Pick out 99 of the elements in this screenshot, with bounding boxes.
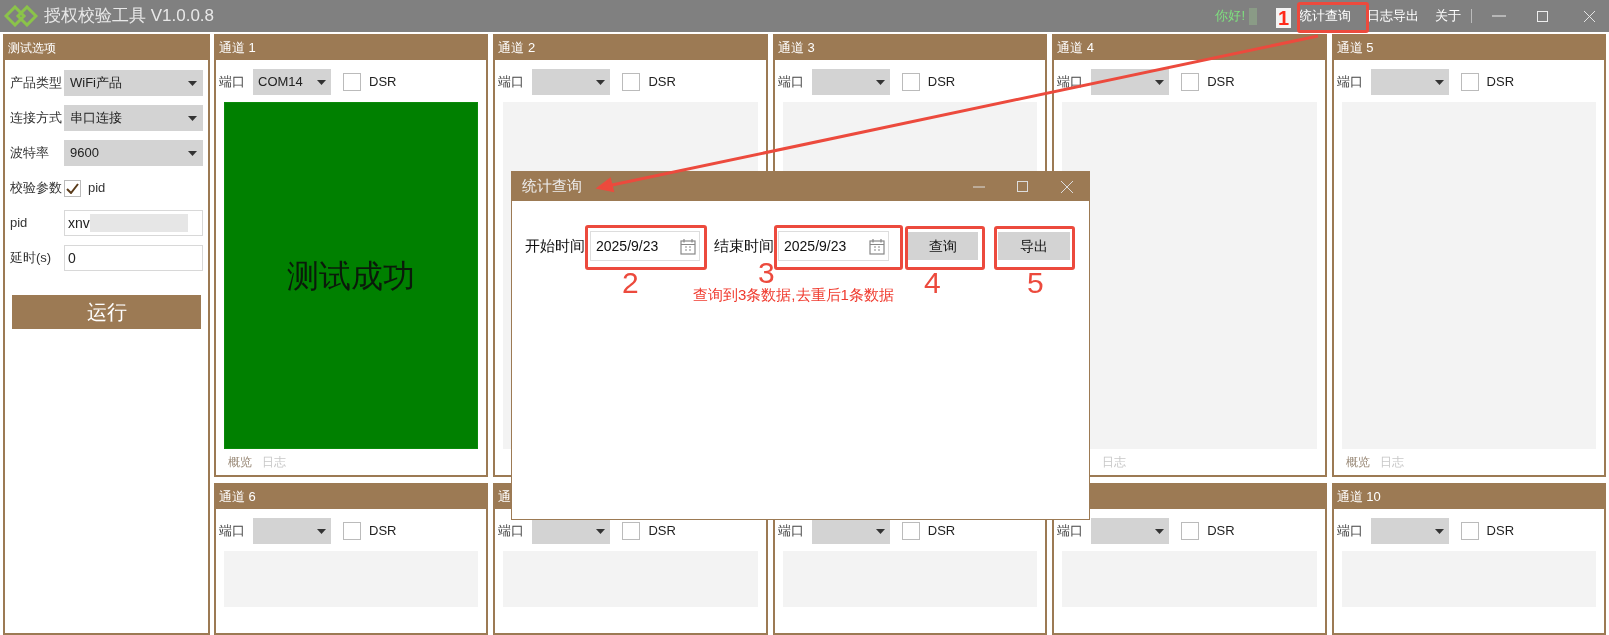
annotation-number: 3 xyxy=(758,258,775,288)
dropdown-caret-icon xyxy=(188,115,197,121)
field-label: pid xyxy=(10,214,29,233)
dropdown-caret-icon xyxy=(1155,79,1165,85)
port-dropdown[interactable]: COM14 xyxy=(253,69,331,95)
query-button[interactable]: 查询 xyxy=(908,232,978,260)
port-dropdown[interactable] xyxy=(811,518,890,544)
dropdown-caret-icon xyxy=(188,150,197,156)
field-label: 延时(s) xyxy=(10,249,53,268)
minimize-icon[interactable] xyxy=(973,185,985,188)
dsr-checkbox[interactable] xyxy=(622,522,641,540)
calendar-icon[interactable] xyxy=(680,237,696,255)
dropdown-caret-icon xyxy=(596,528,606,534)
view-tab[interactable]: 概览 xyxy=(228,453,252,471)
export-button[interactable]: 导出 xyxy=(998,232,1070,260)
channel-title: 通道 6 xyxy=(219,488,256,507)
start-date-field[interactable]: 2025/9/23 xyxy=(590,231,700,261)
dropdown-caret-icon xyxy=(1155,528,1165,534)
end-time-label: 结束时间 xyxy=(714,235,774,256)
dsr-checkbox[interactable] xyxy=(901,522,920,540)
dsr-checkbox[interactable] xyxy=(1181,73,1200,91)
port-label: 端口 xyxy=(1057,522,1084,541)
channel-title: 通道 2 xyxy=(498,39,536,58)
greeting: 你好! xyxy=(1215,7,1245,26)
dropdown-caret-icon xyxy=(1434,528,1444,534)
menu-item[interactable]: 日志导出 xyxy=(1367,6,1419,26)
checkbox-label: pid xyxy=(88,179,106,198)
dropdown[interactable]: 串口连接 xyxy=(64,105,203,131)
dropdown[interactable]: WiFi产品 xyxy=(64,70,203,96)
view-tab[interactable]: 概览 xyxy=(1345,453,1370,471)
channel-title: 通道 1 xyxy=(219,39,256,58)
maximize-icon[interactable] xyxy=(1017,181,1028,192)
app-title: 授权校验工具 V1.0.0.8 xyxy=(44,5,215,28)
dsr-checkbox[interactable] xyxy=(1460,522,1479,540)
text-field[interactable]: xnv xyxy=(64,210,203,236)
text-field[interactable]: 0 xyxy=(64,245,203,271)
port-label: 端口 xyxy=(498,73,525,92)
close-icon[interactable] xyxy=(1584,10,1595,22)
dropdown-caret-icon xyxy=(188,80,197,86)
dsr-label: DSR xyxy=(1486,73,1515,92)
port-label: 端口 xyxy=(777,73,804,92)
dsr-checkbox[interactable] xyxy=(1181,522,1200,540)
menu-item[interactable]: 关于 xyxy=(1435,6,1461,26)
run-button[interactable]: 运行 xyxy=(12,295,201,329)
annotation-number: 1 xyxy=(1276,8,1292,28)
port-dropdown[interactable] xyxy=(532,518,611,544)
port-label: 端口 xyxy=(498,522,525,541)
dropdown-caret-icon xyxy=(875,79,885,85)
calendar-icon[interactable] xyxy=(869,237,885,255)
start-time-label: 开始时间 xyxy=(525,235,585,256)
dsr-checkbox[interactable] xyxy=(343,73,361,91)
dsr-label: DSR xyxy=(369,522,397,541)
dropdown[interactable]: 9600 xyxy=(64,140,203,166)
panel-title: 测试选项 xyxy=(8,40,56,57)
dropdown-caret-icon xyxy=(875,528,885,534)
status-text: 测试成功 xyxy=(287,256,416,296)
field-label: 校验参数 xyxy=(10,179,63,198)
dsr-label: DSR xyxy=(927,73,956,92)
checkbox[interactable] xyxy=(64,179,81,197)
field-label: 连接方式 xyxy=(10,109,63,128)
field-label: 产品类型 xyxy=(10,74,63,93)
port-label: 端口 xyxy=(219,522,245,541)
dsr-label: DSR xyxy=(369,73,397,92)
channel-title: 通道 10 xyxy=(1336,488,1381,507)
dropdown-caret-icon xyxy=(317,79,326,85)
dsr-label: DSR xyxy=(927,522,956,541)
port-label: 端口 xyxy=(1336,522,1363,541)
result-message: 查询到3条数据,去重后1条数据 xyxy=(693,285,895,305)
port-label: 端口 xyxy=(219,73,245,92)
dsr-checkbox[interactable] xyxy=(343,522,361,540)
field-label: 波特率 xyxy=(10,144,50,163)
dsr-label: DSR xyxy=(1207,522,1235,541)
annotation-number: 5 xyxy=(1027,268,1044,298)
annotation-number: 2 xyxy=(622,268,639,298)
highlight-frame xyxy=(1297,2,1369,33)
end-date-field[interactable]: 2025/9/23 xyxy=(778,231,889,261)
annotation-number: 4 xyxy=(924,268,941,298)
dropdown-caret-icon xyxy=(317,528,326,534)
menu-item[interactable]: 统计查询 xyxy=(1299,6,1351,26)
dropdown-caret-icon xyxy=(1434,79,1444,85)
dsr-label: DSR xyxy=(648,73,676,92)
maximize-icon[interactable] xyxy=(1537,10,1548,22)
dsr-checkbox[interactable] xyxy=(622,73,641,91)
channel-title: 通道 3 xyxy=(777,39,815,58)
port-label: 端口 xyxy=(1336,73,1363,92)
close-icon[interactable] xyxy=(1061,180,1073,193)
dropdown-caret-icon xyxy=(596,79,606,85)
dsr-label: DSR xyxy=(648,522,676,541)
port-label: 端口 xyxy=(777,522,804,541)
channel-title: 通 xyxy=(498,488,512,507)
minimize-icon[interactable] xyxy=(1492,15,1506,17)
channel-title: 通道 5 xyxy=(1336,39,1374,58)
dsr-checkbox[interactable] xyxy=(1460,73,1479,91)
dsr-label: DSR xyxy=(1486,522,1515,541)
dialog-title: 统计查询 xyxy=(522,176,582,197)
logo-icon xyxy=(4,5,38,27)
dsr-label: DSR xyxy=(1207,73,1235,92)
dsr-checkbox[interactable] xyxy=(901,73,920,91)
channel-title: 通道 4 xyxy=(1057,39,1095,58)
